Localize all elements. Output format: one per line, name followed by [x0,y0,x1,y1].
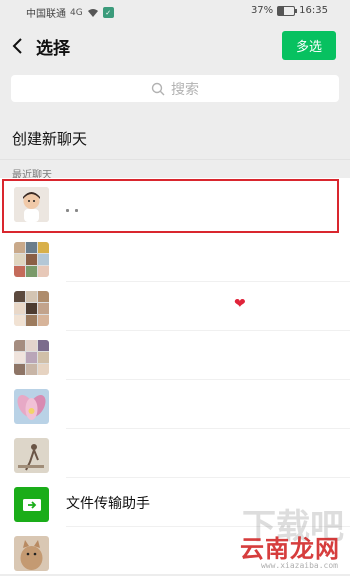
back-arrow-icon[interactable] [10,36,26,56]
file-transfer-icon [14,487,49,522]
chat-row-2[interactable] [0,233,350,282]
chat-row-6[interactable] [0,429,350,478]
signal-indicator: 4G [70,7,83,18]
flower-photo-avatar [14,389,49,424]
group-avatar [14,340,49,375]
cat-photo-avatar [14,536,49,571]
group-avatar [14,242,49,277]
battery-percent: 37% [250,5,274,16]
figure-photo-avatar [14,438,49,473]
app-notification-icon: ✓ [102,7,114,18]
chat-row-5[interactable] [0,380,350,429]
search-icon [151,82,165,95]
watermark-text: 云南龙网 [240,535,340,563]
carrier-label: 中国联通 [26,9,66,20]
status-left: 中国联通 4G ✓ [26,5,114,20]
chat-name: 文件传输助手 [66,496,150,512]
selection-highlight [2,179,339,233]
chat-row-4[interactable] [0,331,350,380]
status-bar: 中国联通 4G ✓ 37% 16:35 [0,0,350,22]
group-avatar [14,291,49,326]
title-bar: 选择 多选 [0,22,350,70]
heart-icon: ❤ [234,296,246,312]
create-new-chat-item[interactable]: 创建新聊天 [0,116,350,160]
create-new-chat-label: 创建新聊天 [12,130,88,148]
status-right: 37% 16:35 [251,5,328,16]
page-title: 选择 [36,39,70,59]
search-placeholder: 搜索 [171,81,199,98]
battery-icon [277,5,298,16]
chat-row-3[interactable]: ❤ [0,282,350,331]
clock: 16:35 [299,5,328,16]
search-input[interactable]: 搜索 [11,75,339,102]
wifi-icon [87,8,98,17]
watermark-url: www.xiazaiba.com [260,561,338,570]
multi-select-button[interactable]: 多选 [282,31,336,60]
